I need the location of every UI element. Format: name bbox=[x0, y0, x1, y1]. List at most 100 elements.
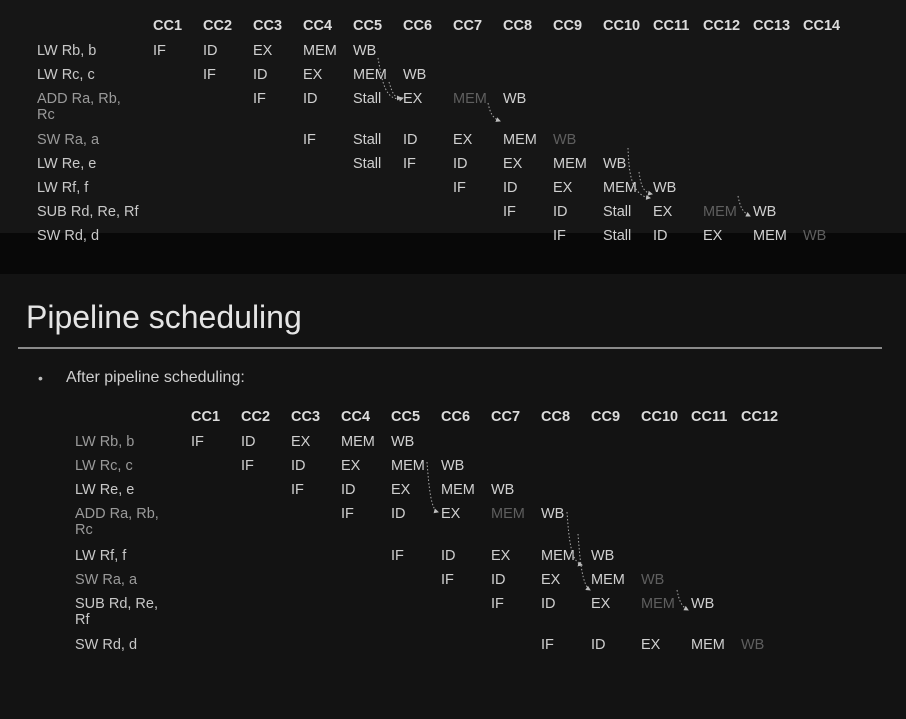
stage-cell: IF bbox=[153, 43, 166, 59]
stage-cell: MEM bbox=[491, 506, 525, 522]
cycle-header: CC12 bbox=[703, 18, 741, 34]
cycle-header: CC7 bbox=[491, 409, 521, 425]
stage-cell: MEM bbox=[541, 548, 575, 564]
stage-cell: EX bbox=[391, 482, 411, 498]
cycle-header: CC5 bbox=[353, 18, 383, 34]
bullet-marker: • bbox=[38, 370, 43, 386]
slide-title: Pipeline scheduling bbox=[26, 299, 302, 335]
stage-cell: EX bbox=[253, 43, 273, 59]
stage-cell: WB bbox=[603, 156, 627, 172]
bullet-text: After pipeline scheduling: bbox=[66, 369, 245, 386]
stage-cell: ID bbox=[403, 132, 418, 148]
instruction-label: LW Rc, c bbox=[37, 67, 95, 83]
stage-cell: IF bbox=[191, 434, 204, 450]
cycle-header: CC1 bbox=[153, 18, 183, 34]
stage-cell: EX bbox=[291, 434, 311, 450]
stage-cell: MEM bbox=[503, 132, 537, 148]
stage-cell: WB bbox=[691, 596, 715, 612]
instruction-label: LW Rf, f bbox=[37, 180, 89, 196]
stage-cell: WB bbox=[741, 637, 765, 653]
stage-cell: EX bbox=[553, 180, 573, 196]
stage-cell: EX bbox=[453, 132, 473, 148]
stage-cell: MEM bbox=[691, 637, 725, 653]
stage-cell: ID bbox=[503, 180, 518, 196]
stage-cell: EX bbox=[541, 572, 561, 588]
stage-cell: IF bbox=[541, 637, 554, 653]
stage-cell: ID bbox=[441, 548, 456, 564]
stage-cell: MEM bbox=[591, 572, 625, 588]
instruction-label: SUB Rd, Re, Rf bbox=[37, 204, 139, 220]
cycle-header: CC1 bbox=[191, 409, 221, 425]
stage-cell: WB bbox=[641, 572, 665, 588]
stage-cell: ID bbox=[391, 506, 406, 522]
cycle-header: CC9 bbox=[553, 18, 583, 34]
stage-cell: EX bbox=[591, 596, 611, 612]
stage-cell: WB bbox=[353, 43, 377, 59]
stage-cell: MEM bbox=[753, 228, 787, 244]
stage-cell: IF bbox=[341, 506, 354, 522]
stage-cell: IF bbox=[403, 156, 416, 172]
cycle-header: CC8 bbox=[503, 18, 533, 34]
stage-cell: MEM bbox=[353, 67, 387, 83]
stage-cell: Stall bbox=[603, 204, 632, 220]
cycle-header: CC11 bbox=[691, 409, 728, 425]
instruction-label: SUB Rd, Re, Rf bbox=[75, 596, 158, 628]
stage-cell: ID bbox=[291, 458, 306, 474]
instruction-label: SW Rd, d bbox=[75, 637, 138, 653]
stage-cell: ID bbox=[241, 434, 256, 450]
stage-cell: ID bbox=[491, 572, 506, 588]
stage-cell: IF bbox=[253, 91, 266, 107]
stage-cell: ID bbox=[303, 91, 318, 107]
stage-cell: IF bbox=[391, 548, 404, 564]
instruction-label: LW Rb, b bbox=[37, 43, 97, 59]
stage-cell: Stall bbox=[353, 156, 382, 172]
stage-cell: EX bbox=[491, 548, 511, 564]
stage-cell: MEM bbox=[303, 43, 337, 59]
stage-cell: MEM bbox=[641, 596, 675, 612]
stage-cell: WB bbox=[491, 482, 515, 498]
stage-cell: IF bbox=[291, 482, 304, 498]
stage-cell: EX bbox=[341, 458, 361, 474]
instruction-label: LW Rb, b bbox=[75, 434, 135, 450]
stage-cell: IF bbox=[453, 180, 466, 196]
top-diagram-area bbox=[0, 0, 906, 233]
cycle-header: CC6 bbox=[441, 409, 471, 425]
cycle-header: CC10 bbox=[603, 18, 641, 34]
stage-cell: MEM bbox=[453, 91, 487, 107]
stage-cell: ID bbox=[203, 43, 218, 59]
stage-cell: WB bbox=[591, 548, 615, 564]
stage-cell: MEM bbox=[341, 434, 375, 450]
stage-cell: MEM bbox=[703, 204, 737, 220]
stage-cell: ID bbox=[553, 204, 568, 220]
instruction-label: SW Ra, a bbox=[75, 572, 138, 588]
stage-cell: WB bbox=[553, 132, 577, 148]
stage-cell: ID bbox=[453, 156, 468, 172]
cycle-header: CC6 bbox=[403, 18, 433, 34]
stage-cell: MEM bbox=[553, 156, 587, 172]
stage-cell: EX bbox=[441, 506, 461, 522]
instruction-label: ADD Ra, Rb, Rc bbox=[37, 91, 121, 123]
cycle-header: CC13 bbox=[753, 18, 791, 34]
cycle-header: CC3 bbox=[253, 18, 283, 34]
stage-cell: WB bbox=[391, 434, 415, 450]
cycle-header: CC11 bbox=[653, 18, 690, 34]
stage-cell: ID bbox=[653, 228, 668, 244]
cycle-header: CC9 bbox=[591, 409, 621, 425]
stage-cell: WB bbox=[803, 228, 827, 244]
stage-cell: ID bbox=[591, 637, 606, 653]
stage-cell: EX bbox=[641, 637, 661, 653]
stage-cell: IF bbox=[441, 572, 454, 588]
cycle-header: CC2 bbox=[241, 409, 271, 425]
cycle-header: CC14 bbox=[803, 18, 841, 34]
stage-cell: ID bbox=[253, 67, 268, 83]
stage-cell: Stall bbox=[353, 132, 382, 148]
stage-cell: WB bbox=[503, 91, 527, 107]
instruction-label: SW Rd, d bbox=[37, 228, 100, 244]
stage-cell: Stall bbox=[603, 228, 632, 244]
cycle-header: CC10 bbox=[641, 409, 679, 425]
instruction-label: LW Re, e bbox=[37, 156, 97, 172]
stage-cell: ID bbox=[541, 596, 556, 612]
stage-cell: EX bbox=[303, 67, 323, 83]
cycle-header: CC12 bbox=[741, 409, 779, 425]
cycle-header: CC5 bbox=[391, 409, 421, 425]
